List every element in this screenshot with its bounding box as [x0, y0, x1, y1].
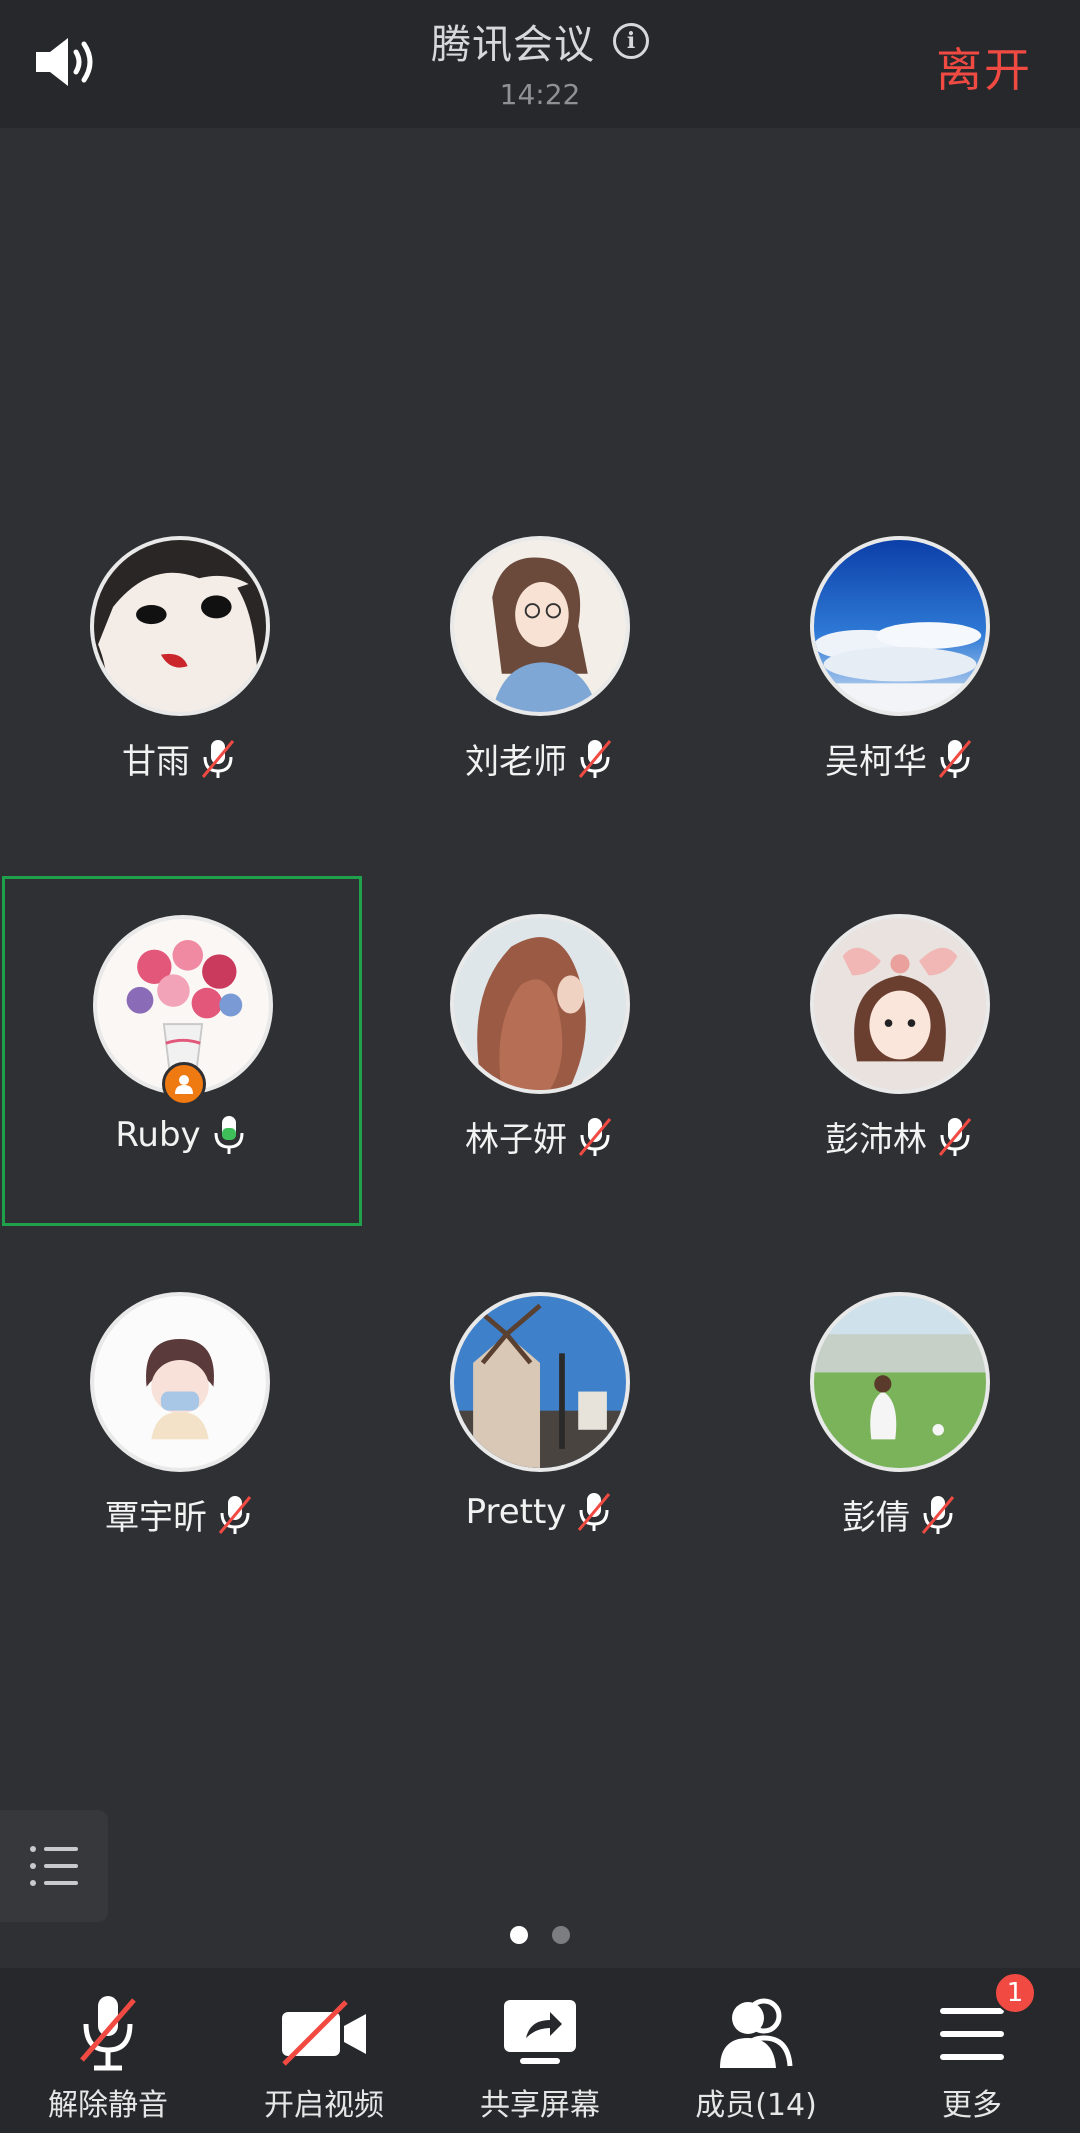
avatar: [810, 914, 990, 1094]
share-screen-icon: [504, 2000, 576, 2064]
participant-name: 彭倩: [842, 1498, 910, 1538]
mic-muted-icon: [921, 1495, 955, 1534]
share-screen-label: 共享屏幕: [480, 2088, 600, 2123]
participant-name: 彭沛林: [825, 1120, 927, 1160]
more-button[interactable]: 1 更多: [864, 1968, 1080, 2133]
avatar: [90, 536, 270, 716]
participant-list-toggle[interactable]: [0, 1810, 108, 1922]
avatar: [450, 536, 630, 716]
more-label: 更多: [942, 2088, 1002, 2123]
mic-on-icon: [214, 1116, 244, 1154]
list-icon: [30, 1846, 78, 1886]
leave-button[interactable]: 离开: [936, 34, 1032, 100]
participant-tile[interactable]: 覃宇昕: [0, 1254, 360, 1604]
start-video-button[interactable]: 开启视频: [216, 1968, 432, 2133]
meeting-title-area: 腾讯会议 i 14:22: [0, 12, 1080, 111]
participant-tile[interactable]: 吴柯华: [720, 498, 1080, 848]
top-bar: 腾讯会议 i 14:22 离开: [0, 0, 1080, 128]
participant-tile[interactable]: 甘雨: [0, 498, 360, 848]
participant-tile[interactable]: 彭倩: [720, 1254, 1080, 1604]
video-off-icon: [282, 2000, 366, 2066]
mic-muted-icon: [218, 1495, 252, 1534]
start-video-label: 开启视频: [264, 2088, 384, 2123]
page-indicator: [0, 1926, 1080, 1944]
meeting-title: 腾讯会议: [431, 22, 595, 68]
participant-name: Pretty: [465, 1492, 567, 1532]
participant-name: 林子妍: [465, 1120, 567, 1160]
avatar: [810, 1292, 990, 1472]
avatar: [810, 536, 990, 716]
page-dot[interactable]: [552, 1926, 570, 1944]
mic-muted-icon: [578, 739, 612, 778]
participant-name: 覃宇昕: [105, 1498, 207, 1538]
members-icon: [720, 1998, 793, 2068]
mic-muted-icon: [201, 739, 235, 778]
host-badge-icon: [162, 1062, 206, 1106]
participant-tile-active[interactable]: Ruby: [2, 876, 362, 1226]
avatar: [90, 1292, 270, 1472]
members-button[interactable]: 成员(14): [648, 1968, 864, 2133]
page-dot-active[interactable]: [510, 1926, 528, 1944]
participant-name: 甘雨: [122, 742, 190, 782]
share-screen-button[interactable]: 共享屏幕: [432, 1968, 648, 2133]
unmute-button[interactable]: 解除静音: [0, 1968, 216, 2133]
meeting-time: 14:22: [499, 78, 581, 111]
mic-muted-icon: [938, 739, 972, 778]
members-label: 成员(14): [695, 2088, 817, 2123]
participant-tile[interactable]: 林子妍: [360, 876, 720, 1226]
meeting-screen: 腾讯会议 i 14:22 离开 甘雨 刘老师 吴柯华 Ruby 林子妍 彭沛林 …: [0, 0, 1080, 2133]
participant-tile[interactable]: Pretty: [360, 1254, 720, 1604]
avatar: [450, 914, 630, 1094]
bottom-toolbar: 解除静音 开启视频 共享屏幕 成员(14) 1 更多: [0, 1968, 1080, 2133]
participant-tile[interactable]: 刘老师: [360, 498, 720, 848]
info-icon[interactable]: i: [613, 23, 649, 59]
mic-muted-icon: [80, 1996, 136, 2071]
avatar: [450, 1292, 630, 1472]
participant-name: 刘老师: [465, 742, 567, 782]
unmute-label: 解除静音: [48, 2088, 168, 2123]
mic-muted-icon: [578, 1117, 612, 1156]
participant-name: 吴柯华: [825, 742, 927, 782]
notification-badge: 1: [994, 1972, 1036, 2014]
participant-tile[interactable]: 彭沛林: [720, 876, 1080, 1226]
mic-muted-icon: [578, 1493, 611, 1531]
participant-name: Ruby: [115, 1115, 201, 1155]
mic-muted-icon: [938, 1117, 972, 1156]
